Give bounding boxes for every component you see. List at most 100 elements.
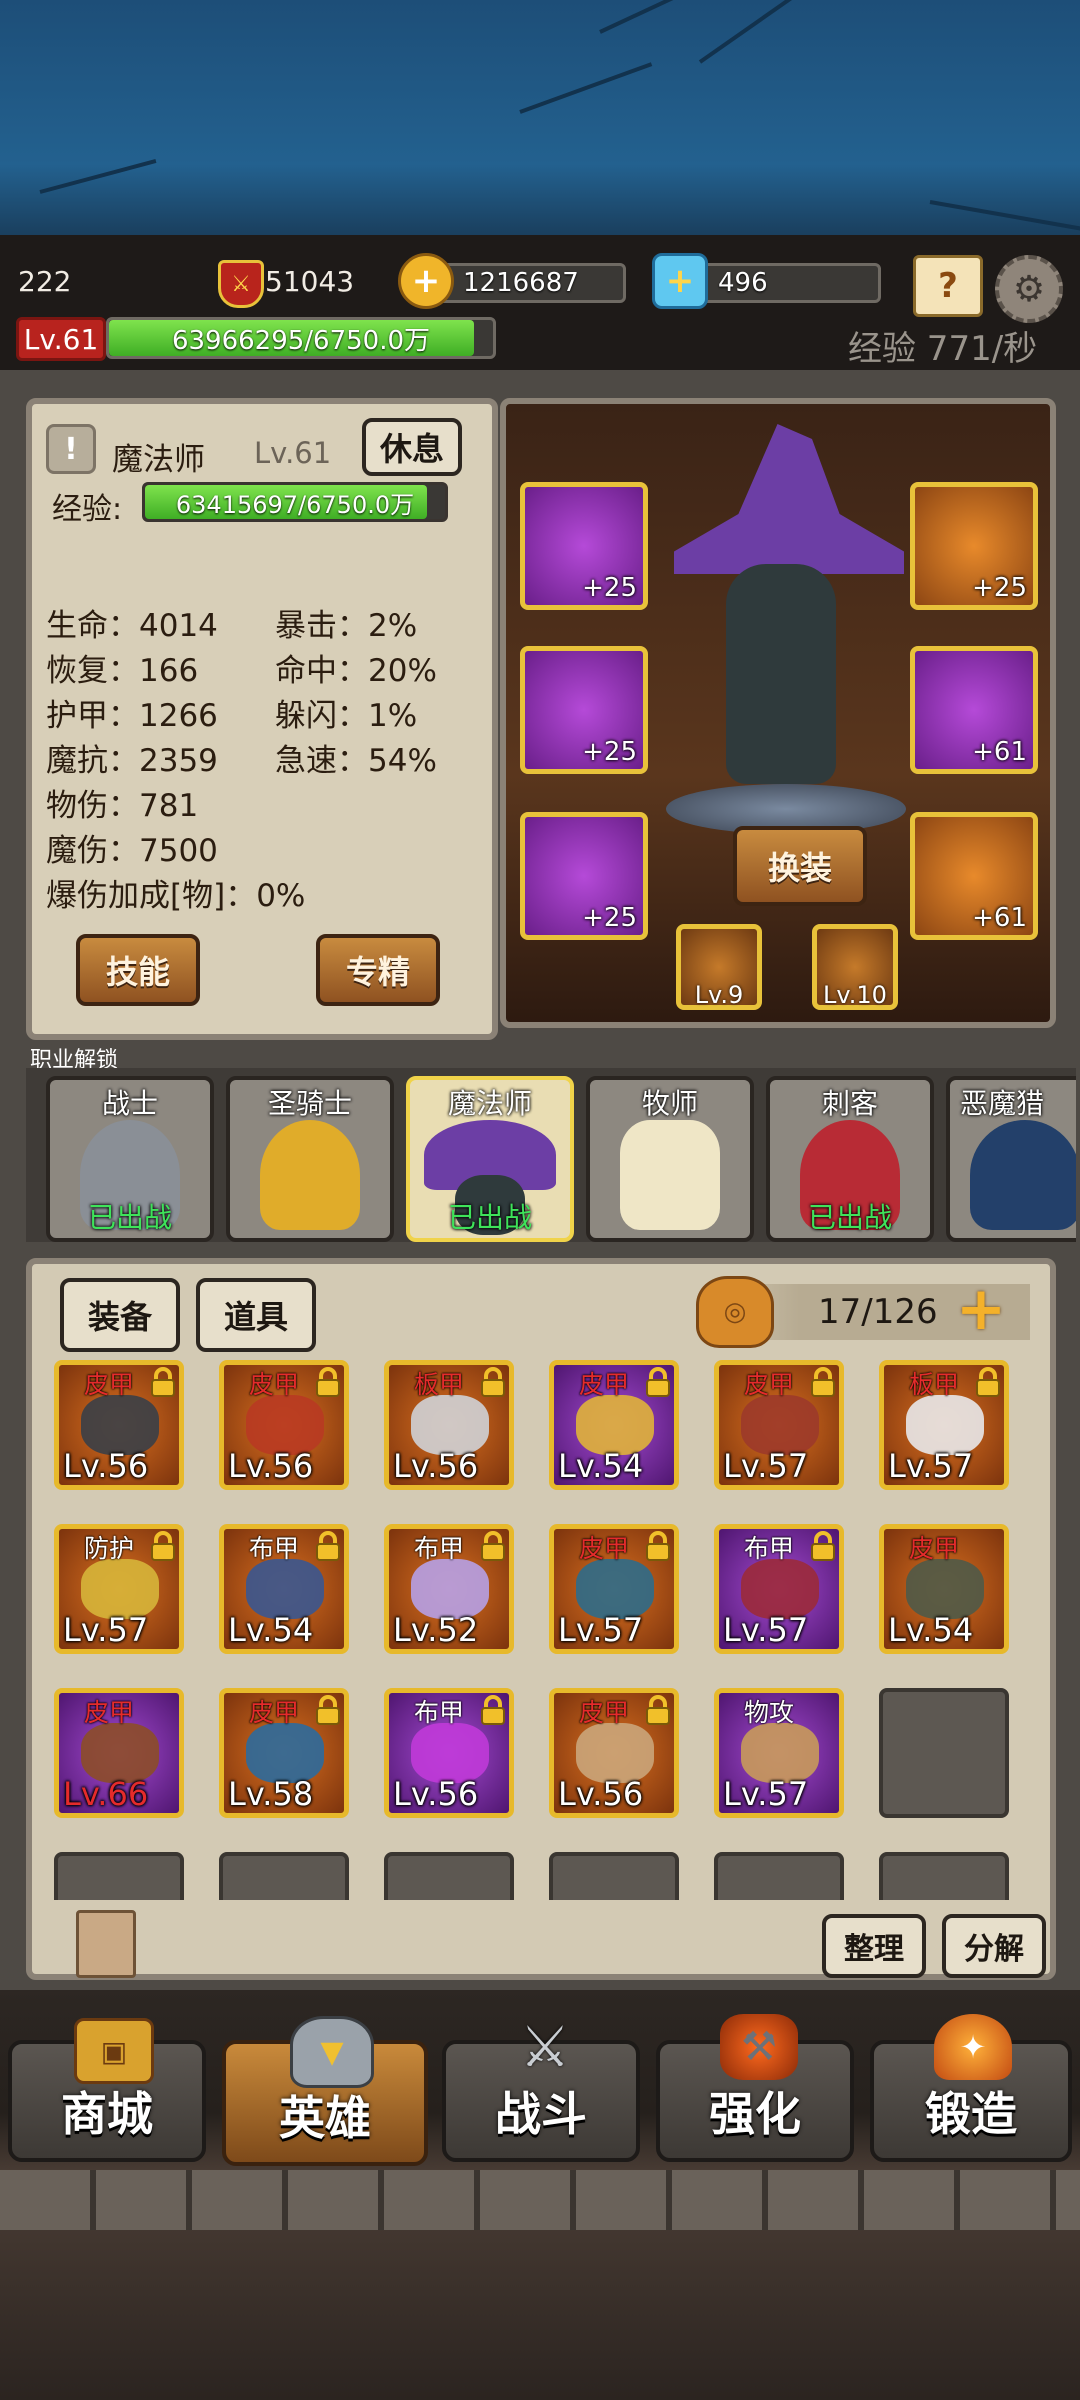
lock-icon: [974, 1367, 1002, 1397]
empty-item-slot[interactable]: [879, 1688, 1009, 1818]
inventory-item[interactable]: 板甲 Lv.56: [384, 1360, 514, 1490]
stat-haste: 急速：54%: [275, 743, 437, 779]
inventory-item[interactable]: 皮甲 Lv.54: [549, 1360, 679, 1490]
quest-book-icon[interactable]: ?: [913, 255, 983, 317]
lock-icon: [479, 1695, 507, 1725]
hero-class-name: 魔法师: [112, 442, 205, 478]
inventory-item[interactable]: 皮甲 Lv.56: [54, 1360, 184, 1490]
inventory-item[interactable]: 皮甲 Lv.56: [549, 1688, 679, 1818]
hero-card-paladin[interactable]: 圣骑士: [226, 1076, 394, 1242]
inventory-item[interactable]: 布甲 Lv.54: [219, 1524, 349, 1654]
item-level: Lv.54: [888, 1611, 974, 1649]
item-level: Lv.58: [228, 1775, 314, 1813]
stats-left: 生命：4014 恢复：166 护甲：1266 魔抗：2359 物伤：781 魔伤…: [46, 604, 305, 919]
nav-hero-button[interactable]: ▼ 英雄: [222, 2016, 428, 2166]
empty-item-slot[interactable]: [54, 1852, 184, 1900]
empty-item-slot[interactable]: [879, 1852, 1009, 1900]
decompose-button[interactable]: 分解: [942, 1914, 1046, 1978]
empty-item-slot[interactable]: [219, 1852, 349, 1900]
item-type: 皮甲: [248, 1370, 299, 1399]
inventory-item[interactable]: 皮甲 Lv.57: [714, 1360, 844, 1490]
boots-slot[interactable]: +25: [520, 812, 648, 940]
add-capacity-video-icon[interactable]: +: [950, 1274, 1012, 1344]
hero-card-name: 刺客: [821, 1087, 878, 1120]
lock-icon: [314, 1367, 342, 1397]
item-type: 皮甲: [248, 1698, 299, 1727]
info-icon[interactable]: !: [46, 424, 96, 474]
item-art: [576, 1395, 654, 1455]
item-type: 物攻: [743, 1698, 794, 1727]
handbook-icon[interactable]: [76, 1910, 136, 1978]
lock-icon: [644, 1695, 672, 1725]
hero-exp-text: 63415697/6750.0万: [175, 490, 415, 519]
armor-plus: +25: [582, 737, 637, 767]
stat-magic-dmg: 魔伤：7500: [46, 833, 218, 869]
empty-item-slot[interactable]: [714, 1852, 844, 1900]
inventory-item[interactable]: 布甲 Lv.52: [384, 1524, 514, 1654]
hero-exp-bar: 63415697/6750.0万: [142, 482, 448, 522]
inventory-item[interactable]: 布甲 Lv.56: [384, 1688, 514, 1818]
empty-item-slot[interactable]: [549, 1852, 679, 1900]
hero-card-name: 魔法师: [447, 1087, 532, 1120]
inventory-item[interactable]: 皮甲 Lv.66: [54, 1688, 184, 1818]
item-type: 布甲: [248, 1534, 299, 1563]
hero-card-demon-hunter[interactable]: 恶魔猎: [946, 1076, 1076, 1242]
gem-slot-2[interactable]: Lv.10: [812, 924, 898, 1010]
hero-card-name: 战士: [101, 1087, 158, 1120]
nav-shop-button[interactable]: ▣ 商城: [8, 2018, 206, 2162]
hero-card-status: 已出战: [87, 1201, 172, 1234]
hero-card-warrior[interactable]: 战士 已出战: [46, 1076, 214, 1242]
stat-crit-bonus: 爆伤加成[物]：0%: [46, 878, 306, 914]
item-type: 布甲: [743, 1534, 794, 1563]
inventory-item[interactable]: 物攻 Lv.57: [714, 1688, 844, 1818]
hero-card-name: 恶魔猎: [960, 1087, 1045, 1120]
nav-forge-button[interactable]: ✦ 锻造: [870, 2014, 1072, 2162]
tab-equipment[interactable]: 装备: [60, 1278, 180, 1352]
empty-item-slot[interactable]: [384, 1852, 514, 1900]
capacity-count: 17/126: [818, 1292, 938, 1332]
nav-hero-label: 英雄: [279, 2091, 371, 2145]
ring-slot[interactable]: +61: [910, 812, 1038, 940]
inventory-item[interactable]: 板甲 Lv.57: [879, 1360, 1009, 1490]
rest-button[interactable]: 休息: [362, 418, 462, 476]
item-art: [576, 1723, 654, 1783]
hero-card-mage[interactable]: 魔法师 已出战: [406, 1076, 574, 1242]
hero-card-assassin[interactable]: 刺客 已出战: [766, 1076, 934, 1242]
skill-button[interactable]: 技能: [76, 934, 200, 1006]
nav-battle-button[interactable]: ⚔ 战斗: [442, 2015, 640, 2162]
helmet-slot[interactable]: +25: [520, 482, 648, 610]
inventory-item[interactable]: 防护 Lv.57: [54, 1524, 184, 1654]
change-outfit-button[interactable]: 换装: [733, 826, 867, 906]
player-number: 222: [18, 265, 72, 298]
item-art: [81, 1395, 159, 1455]
gem-plus-icon[interactable]: +: [652, 253, 708, 309]
inventory-item[interactable]: 皮甲 Lv.58: [219, 1688, 349, 1818]
amulet-slot[interactable]: +25: [910, 482, 1038, 610]
sort-button[interactable]: 整理: [822, 1914, 926, 1978]
weapon-slot[interactable]: +61: [910, 646, 1038, 774]
lock-icon: [479, 1367, 507, 1397]
specialize-button[interactable]: 专精: [316, 934, 440, 1006]
item-type: 皮甲: [908, 1534, 959, 1563]
hero-card-priest[interactable]: 牧师: [586, 1076, 754, 1242]
item-level: Lv.54: [228, 1611, 314, 1649]
stone-wall: [0, 2170, 1080, 2230]
item-level: Lv.56: [228, 1447, 314, 1485]
lock-icon: [809, 1367, 837, 1397]
inventory-item[interactable]: 皮甲 Lv.54: [879, 1524, 1009, 1654]
nav-enhance-button[interactable]: ⚒ 强化: [656, 2014, 854, 2162]
lock-icon: [314, 1695, 342, 1725]
anvil-hammer-icon: ⚒: [720, 2014, 798, 2080]
inventory-item[interactable]: 皮甲 Lv.57: [549, 1524, 679, 1654]
armor-slot[interactable]: +25: [520, 646, 648, 774]
inventory-item[interactable]: 皮甲 Lv.56: [219, 1360, 349, 1490]
stat-hp: 生命：4014: [46, 608, 218, 644]
player-exp-text: 63966295/6750.0万: [171, 325, 431, 356]
inventory-item[interactable]: 布甲 Lv.57: [714, 1524, 844, 1654]
settings-gear-icon[interactable]: ⚙: [995, 255, 1063, 323]
gold-plus-icon[interactable]: +: [398, 253, 454, 309]
gem-slot-1[interactable]: Lv.9: [676, 924, 762, 1010]
item-art: [411, 1723, 489, 1783]
tab-items[interactable]: 道具: [196, 1278, 316, 1352]
hero-level: Lv.61: [254, 436, 332, 470]
